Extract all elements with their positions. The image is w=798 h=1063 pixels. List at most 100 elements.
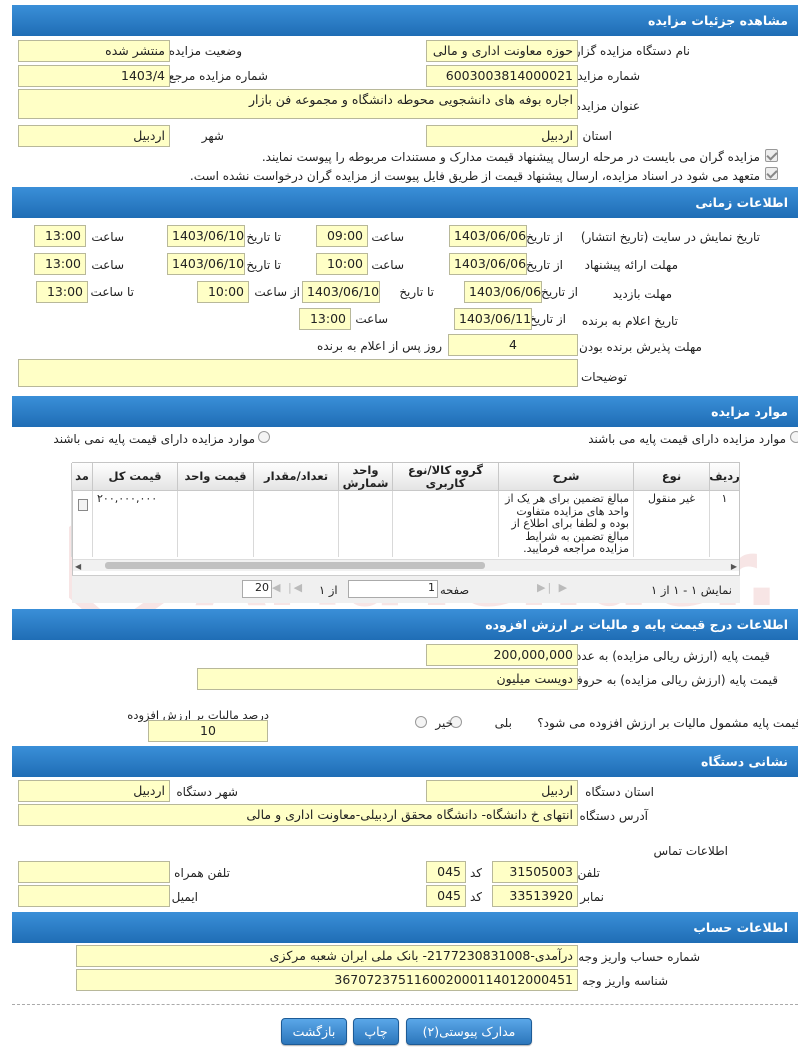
time-label: ساعت — [91, 230, 124, 244]
cell-row-index: ۱ — [709, 491, 739, 557]
publish-from-date: 1403/06/06 — [449, 225, 527, 247]
vat-no-radio[interactable] — [415, 716, 427, 728]
base-price-words-label: قیمت پایه (ارزش ریالی مزایده) به حروف — [570, 673, 778, 687]
winner-announce-label: تاریخ اعلام به برنده — [581, 314, 678, 328]
cell-desc: مبالغ تضمین برای هر یک از واحد های مزاید… — [498, 491, 633, 557]
pager-display: نمایش ۱ - ۱ از ۱ — [651, 583, 732, 597]
org-address-label: آدرس دستگاه — [579, 809, 648, 823]
cell-type: غیر منقول — [633, 491, 709, 557]
col-header-group: گروه کالا/نوع کاربری — [392, 463, 498, 491]
cell-unit — [338, 491, 392, 557]
vat-no-label: خیر — [435, 716, 453, 730]
base-price-numeric-field: 200,000,000 — [426, 644, 578, 666]
publish-from-time: 09:00 — [316, 225, 368, 247]
visit-to-date: 1403/06/10 — [302, 281, 380, 303]
col-header-more: مد — [71, 463, 92, 491]
base-price-words-field: دویست میلیون — [197, 668, 578, 690]
horizontal-scrollbar[interactable]: ◀ ▶ — [73, 559, 739, 571]
time-label: ساعت — [371, 230, 404, 244]
col-header-desc: شرح — [498, 463, 633, 491]
status-label: وضعیت مزایده — [168, 44, 242, 58]
cell-qty — [253, 491, 338, 557]
table-pager: نمایش ۱ - ۱ از ۱ ▶| ▶ صفحه 1 از ۱ ◀ |◀ 2… — [72, 575, 740, 603]
print-button[interactable]: چاپ — [353, 1018, 399, 1045]
mobile-label: تلفن همراه — [174, 866, 230, 880]
time-label: ساعت — [355, 312, 388, 326]
offer-from-time: 10:00 — [316, 253, 368, 275]
phone-code-label: کد — [469, 866, 482, 880]
no-base-price-radio[interactable] — [258, 431, 270, 443]
payment-id-field: 367072375116002000114012000451 — [76, 969, 578, 991]
base-price-numeric-label: قیمت پایه (ارزش ریالی مزایده) به عدد — [575, 649, 770, 663]
publish-date-label: تاریخ نمایش در سایت (تاریخ انتشار) — [580, 230, 760, 244]
org-field: حوزه معاونت اداری و مالی — [426, 40, 578, 62]
col-header-type: نوع — [633, 463, 709, 491]
scroll-left-icon[interactable]: ◀ — [75, 562, 81, 571]
description-label: توضیحات — [580, 370, 627, 384]
status-field: منتشر شده — [18, 40, 170, 62]
vat-question-label: قیمت پایه مشمول مالیات بر ارزش افزوده می… — [537, 716, 798, 730]
section-header-timing: اطلاعات زمانی — [12, 187, 798, 218]
bottom-divider — [12, 1004, 798, 1005]
section-header-address: نشانی دستگاه — [12, 746, 798, 777]
phone-label: تلفن — [577, 866, 600, 880]
email-field — [18, 885, 170, 907]
scrollbar-thumb[interactable] — [105, 562, 485, 569]
org-label: نام دستگاه مزایده گزار — [574, 44, 690, 58]
account-number-label: شماره حساب واریز وجه — [578, 950, 700, 964]
offer-deadline-label: مهلت ارائه پیشنهاد — [584, 258, 678, 272]
pager-next-last-icon[interactable]: ◀ |◀ — [272, 581, 304, 594]
attach-docs-text: مزایده گران می بایست در مرحله ارسال پیشن… — [261, 150, 760, 164]
section-header-account: اطلاعات حساب — [12, 912, 798, 943]
city-label: شهر — [201, 129, 224, 143]
fax-code-field: 045 — [426, 885, 466, 907]
email-label: ایمیل — [171, 890, 198, 904]
attachments-button[interactable]: مدارک پیوستی(۲) — [406, 1018, 532, 1045]
col-header-row: ردیف — [709, 463, 740, 491]
acceptance-days-field: 4 — [448, 334, 578, 356]
contact-info-title: اطلاعات تماس — [653, 844, 728, 858]
offer-to-date: 1403/06/10 — [167, 253, 245, 275]
pager-of-label: از ۱ — [319, 583, 338, 597]
city-field: اردبیل — [18, 125, 170, 147]
pager-page-input[interactable]: 1 — [348, 580, 438, 598]
col-header-unit-price: قیمت واحد — [177, 463, 253, 491]
pager-first-prev-icon[interactable]: ▶| ▶ — [537, 581, 569, 594]
ref-number-field: 1403/4 — [18, 65, 170, 87]
auction-number-field: 6003003814000021 — [426, 65, 578, 87]
col-header-unit: واحد شمارش — [338, 463, 392, 491]
page-size-select[interactable]: 20 — [242, 580, 272, 598]
org-city-field: اردبیل — [18, 780, 170, 802]
attach-docs-checkbox[interactable] — [765, 149, 778, 162]
cell-unit-price — [177, 491, 253, 557]
col-header-qty: تعداد/مقدار — [253, 463, 338, 491]
cell-group — [392, 491, 498, 557]
document-icon[interactable] — [78, 499, 88, 511]
section-header-items: موارد مزایده — [12, 396, 798, 427]
has-base-price-radio[interactable] — [790, 431, 798, 443]
time-label: ساعت — [91, 258, 124, 272]
to-date-label: تا تاریخ — [399, 285, 434, 299]
scroll-right-icon[interactable]: ▶ — [731, 562, 737, 571]
auction-number-label: شماره مزایده — [571, 69, 640, 83]
org-city-label: شهر دستگاه — [176, 785, 238, 799]
visit-from-time: 10:00 — [197, 281, 249, 303]
publish-to-date: 1403/06/10 — [167, 225, 245, 247]
visit-deadline-label: مهلت بازدید — [612, 287, 672, 301]
back-button[interactable]: بازگشت — [281, 1018, 347, 1045]
to-date-label: تا تاریخ — [246, 258, 281, 272]
cell-total: ۲۰۰,۰۰۰,۰۰۰ — [92, 491, 177, 557]
org-address-field: انتهای خ دانشگاه- دانشگاه محقق اردبیلی-م… — [18, 804, 578, 826]
time-label: ساعت — [371, 258, 404, 272]
vat-yes-label: بلی — [494, 716, 512, 730]
announce-date: 1403/06/11 — [454, 308, 532, 330]
commit-checkbox[interactable] — [765, 167, 778, 180]
has-base-price-label: موارد مزایده دارای قیمت پایه می باشند — [588, 432, 786, 446]
cell-more — [71, 491, 92, 557]
offer-from-date: 1403/06/06 — [449, 253, 527, 275]
phone-field: 31505003 — [492, 861, 578, 883]
commit-text: متعهد می شود در اسناد مزایده، ارسال پیشن… — [189, 169, 760, 183]
announce-time: 13:00 — [299, 308, 351, 330]
section-header-details: مشاهده جزئیات مزایده — [12, 5, 798, 36]
title-label: عنوان مزایده — [574, 99, 640, 113]
